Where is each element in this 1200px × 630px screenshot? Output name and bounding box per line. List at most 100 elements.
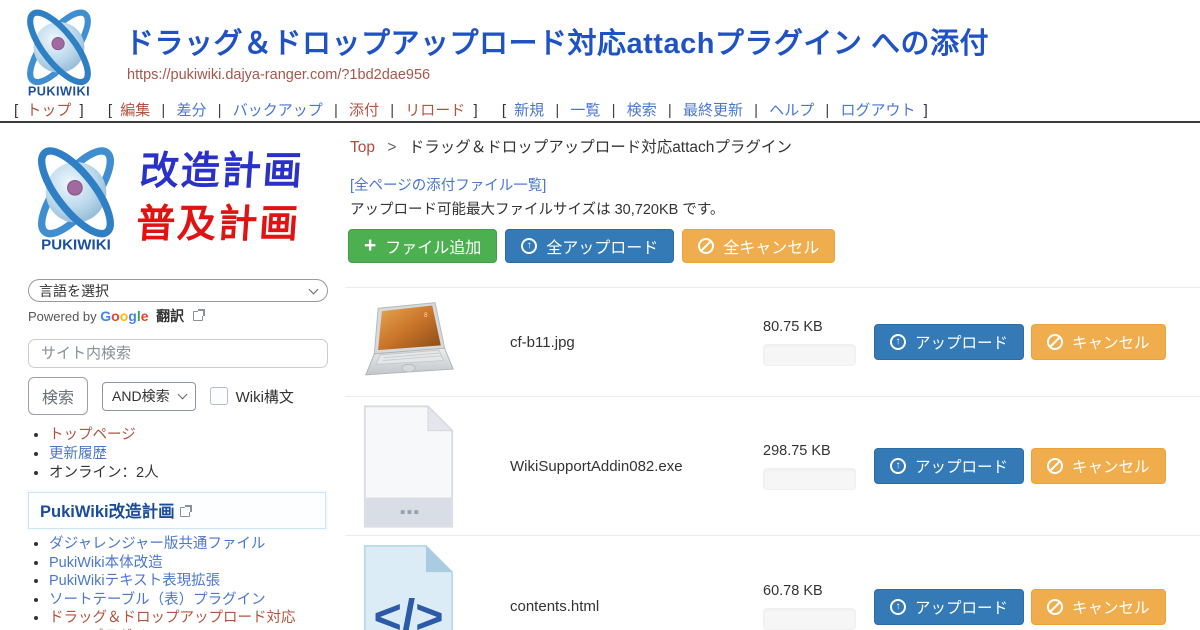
table-row: 8 cf-b11.jpg 80.75 KB ↑ xyxy=(345,287,1200,396)
site-banner-text: 改造計画 普及計画 xyxy=(134,146,305,251)
page-url-link[interactable]: https://pukiwiki.dajya-ranger.com/?1bd2d… xyxy=(127,67,430,83)
external-link-icon xyxy=(193,311,203,321)
nav-logout[interactable]: ログアウト xyxy=(840,102,915,119)
all-attachments-link[interactable]: [全ページの添付ファイル一覧] xyxy=(350,174,546,195)
file-meta: 80.75 KB xyxy=(763,319,874,366)
sidebar-item-common-files[interactable]: ダジャレンジャー版共通ファイル xyxy=(49,536,265,552)
nav-help[interactable]: ヘルプ xyxy=(769,102,814,119)
file-meta: 60.78 KB xyxy=(763,583,874,630)
sidebar-item-sort-table[interactable]: ソートテーブル（表）プラグイン xyxy=(49,592,266,608)
upload-icon: ↑ xyxy=(521,238,537,254)
cancel-button[interactable]: キャンセル xyxy=(1031,589,1166,625)
file-name: WikiSupportAddin082.exe xyxy=(510,458,763,475)
page-title: ドラッグ＆ドロップアップロード対応attachプラグイン への添付 xyxy=(125,20,989,62)
pukiwiki-logo[interactable]: PUKIWIKI xyxy=(12,6,106,100)
table-row: WikiSupportAddin082.exe 298.75 KB ↑ アップロ… xyxy=(345,396,1200,535)
nav-diff[interactable]: 差分 xyxy=(176,102,206,119)
cancel-button[interactable]: キャンセル xyxy=(1031,324,1166,360)
bracket: [ xyxy=(14,102,18,119)
search-mode-select[interactable]: AND検索 xyxy=(102,382,196,411)
upload-button[interactable]: ↑ アップロード xyxy=(874,589,1024,625)
plus-icon: + xyxy=(364,235,376,256)
list-item: PukiWikiテキスト表現拡張 xyxy=(49,572,327,591)
ban-icon xyxy=(1047,334,1063,350)
list-item: トップページ xyxy=(49,426,159,445)
file-meta: 298.75 KB xyxy=(763,443,874,490)
online-count: オンライン：2人 xyxy=(49,465,159,481)
file-name: cf-b11.jpg xyxy=(510,334,763,351)
file-size: 80.75 KB xyxy=(763,319,874,335)
list-item: ソートテーブル（表）プラグイン xyxy=(49,591,327,610)
sidebar-item-dnd-attach[interactable]: ドラッグ＆ドロップアップロード対応attachプラグイン xyxy=(49,610,296,630)
nav-attach[interactable]: 添付 xyxy=(349,102,379,119)
google-logo: Google xyxy=(100,309,152,324)
file-actions: ↑ アップロード キャンセル xyxy=(874,589,1166,625)
upload-icon: ↑ xyxy=(890,458,906,474)
pukiwiki-attach-page: PUKIWIKI ドラッグ＆ドロップアップロード対応attachプラグイン への… xyxy=(0,0,1200,630)
upload-all-button[interactable]: ↑ 全アップロード xyxy=(505,229,674,263)
file-name: contents.html xyxy=(510,598,763,615)
max-upload-size-text: アップロード可能最大ファイルサイズは 30,720KB です。 xyxy=(350,198,1200,219)
nav-list[interactable]: 一覧 xyxy=(570,102,600,119)
nav-backup[interactable]: バックアップ xyxy=(233,102,323,119)
file-thumbnail: 8 xyxy=(353,300,463,385)
language-select-value: 言語を選択 xyxy=(39,281,109,301)
upload-queue: 8 cf-b11.jpg 80.75 KB ↑ xyxy=(345,287,1200,630)
bracket: ] xyxy=(924,102,928,119)
wiki-syntax-label: Wiki構文 xyxy=(236,386,294,407)
list-item: 更新履歴 xyxy=(49,445,159,464)
file-thumbnail xyxy=(353,403,463,530)
sidebar-headline-link[interactable]: PukiWiki改造計画 xyxy=(40,503,175,521)
upload-button[interactable]: ↑ アップロード xyxy=(874,324,1024,360)
sidebar-item-text-ext[interactable]: PukiWikiテキスト表現拡張 xyxy=(49,573,220,589)
logo-wordmark: PUKIWIKI xyxy=(28,84,90,98)
search-mode-value: AND検索 xyxy=(112,386,170,406)
progress-bar xyxy=(763,344,856,366)
google-translate-attribution: Powered by Google 翻訳 xyxy=(28,306,203,326)
nav-search[interactable]: 検索 xyxy=(627,102,657,119)
sidebar-item-core-mod[interactable]: PukiWiki本体改造 xyxy=(49,555,163,571)
bracket: ] xyxy=(80,102,84,119)
list-item: PukiWiki本体改造 xyxy=(49,554,327,573)
nav-reload[interactable]: リロード xyxy=(405,102,465,119)
laptop-photo-thumbnail: 8 xyxy=(361,300,456,385)
sidebar-site-banner[interactable]: PUKIWIKI 改造計画 普及計画 xyxy=(20,138,335,260)
file-size: 298.75 KB xyxy=(763,443,874,459)
upload-icon: ↑ xyxy=(890,599,906,615)
breadcrumb-separator: > xyxy=(387,139,396,156)
code-glyph: </> xyxy=(373,590,443,630)
sidebar-item-toppage[interactable]: トップページ xyxy=(49,427,136,443)
site-search-input[interactable] xyxy=(28,339,328,368)
upload-button[interactable]: ↑ アップロード xyxy=(874,448,1024,484)
breadcrumb: Top > ドラッグ＆ドロップアップロード対応attachプラグイン xyxy=(350,135,1200,157)
sidebar: PUKIWIKI 改造計画 普及計画 言語を選択 Powered by Goog… xyxy=(0,130,345,630)
sidebar-menu-plugins: ダジャレンジャー版共通ファイル PukiWiki本体改造 PukiWikiテキス… xyxy=(32,535,327,630)
navbar: [ トップ ] [ 編集 | 差分 | バックアップ | 添付 | リロード ]… xyxy=(10,99,944,120)
ban-icon xyxy=(698,238,714,254)
wiki-syntax-checkbox[interactable] xyxy=(210,387,228,405)
breadcrumb-home[interactable]: Top xyxy=(350,139,375,156)
logo-wordmark: PUKIWIKI xyxy=(41,236,111,253)
file-size: 60.78 KB xyxy=(763,583,874,599)
nav-new[interactable]: 新規 xyxy=(514,102,544,119)
search-button[interactable]: 検索 xyxy=(28,377,88,415)
list-item: ダジャレンジャー版共通ファイル xyxy=(49,535,327,554)
nav-edit[interactable]: 編集 xyxy=(120,102,150,119)
nav-top[interactable]: トップ xyxy=(26,102,71,119)
external-link-icon xyxy=(180,507,190,517)
cancel-button[interactable]: キャンセル xyxy=(1031,448,1166,484)
generic-file-icon xyxy=(360,403,457,530)
chevron-down-icon xyxy=(309,284,319,294)
file-actions: ↑ アップロード キャンセル xyxy=(874,324,1166,360)
header-divider xyxy=(0,121,1200,123)
sidebar-item-recent-changes[interactable]: 更新履歴 xyxy=(49,446,107,462)
add-file-button[interactable]: + ファイル追加 xyxy=(348,229,497,263)
cancel-all-button[interactable]: 全キャンセル xyxy=(682,229,835,263)
banner-line-1: 改造計画 xyxy=(138,146,306,199)
list-item: オンライン：2人 xyxy=(49,464,159,483)
progress-bar xyxy=(763,608,856,630)
nav-recent[interactable]: 最終更新 xyxy=(683,102,743,119)
atom-icon: PUKIWIKI xyxy=(20,143,132,255)
bulk-actions: + ファイル追加 ↑ 全アップロード 全キャンセル xyxy=(348,229,835,263)
language-select[interactable]: 言語を選択 xyxy=(28,279,328,302)
